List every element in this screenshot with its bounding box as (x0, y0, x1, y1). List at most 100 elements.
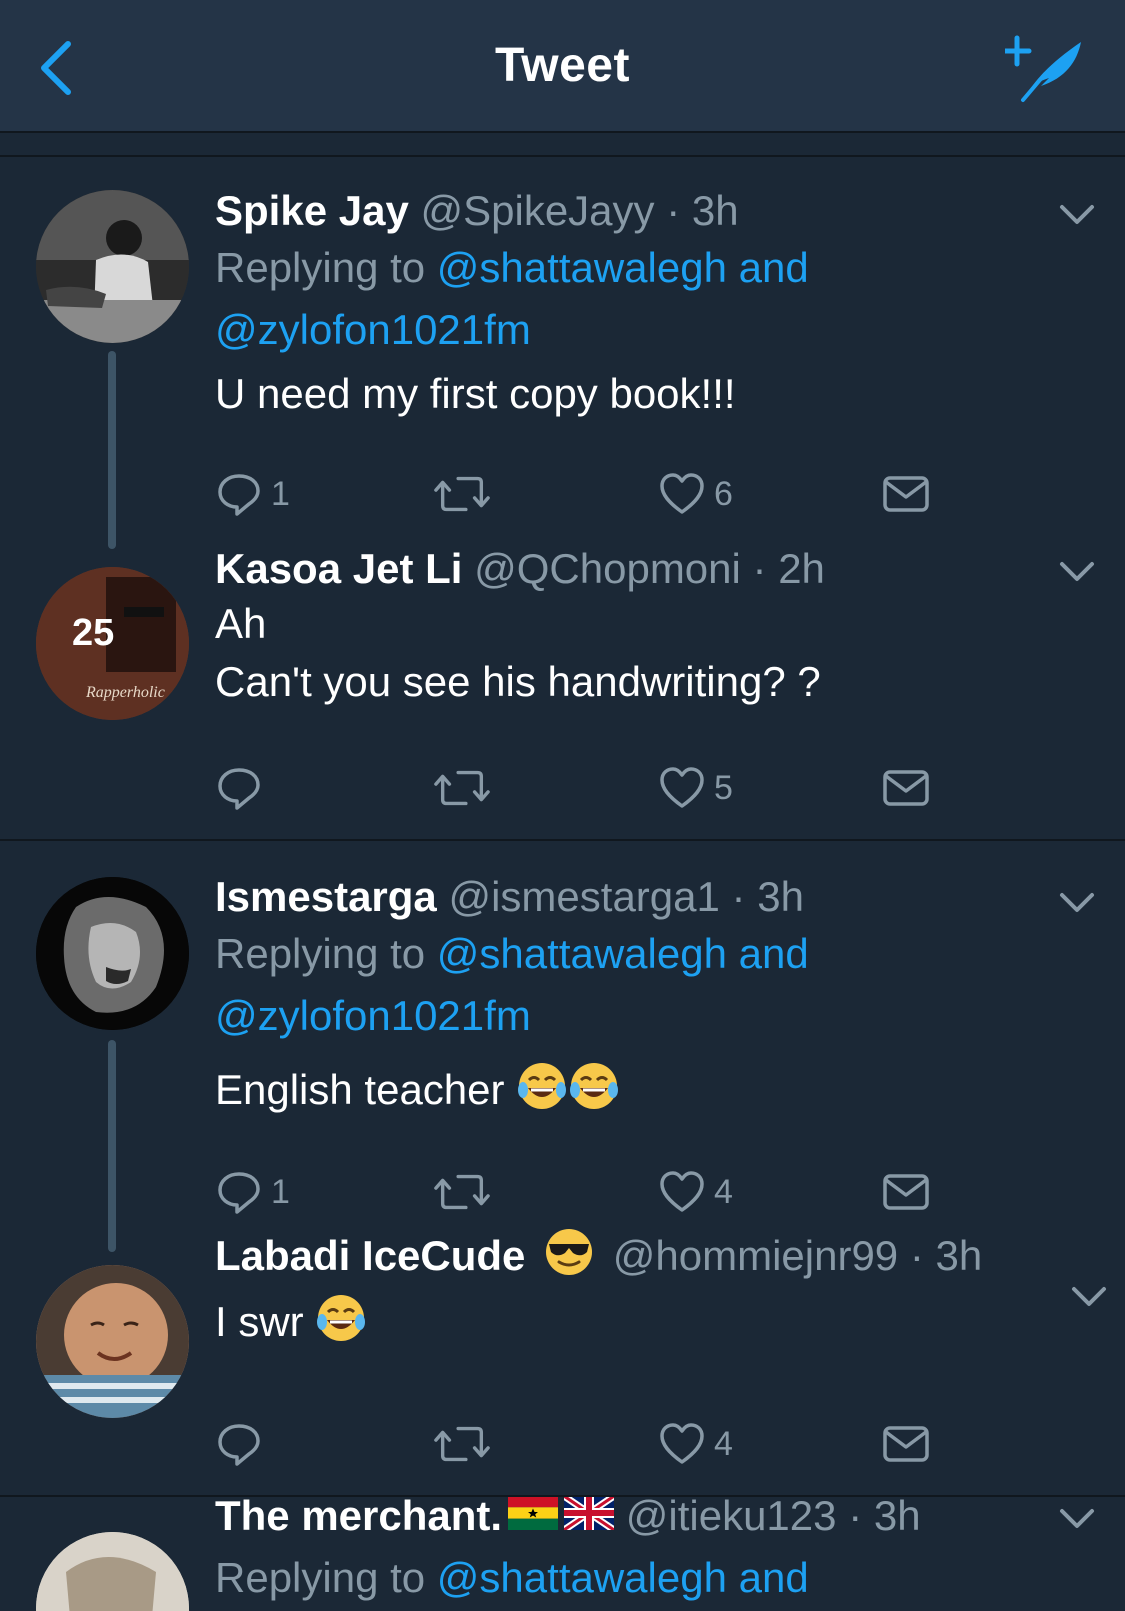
envelope-icon (883, 476, 929, 512)
top-bar: Tweet (0, 0, 1125, 133)
thread-line (108, 351, 116, 549)
tweet-text: U need my first copy book!!! (215, 370, 736, 417)
heart-icon (660, 767, 704, 808)
mention-link[interactable]: @zylofon1021fm (215, 306, 531, 353)
reply-button[interactable]: 1 (215, 469, 290, 519)
tweet-header: Spike Jay @SpikeJayy · 3h (215, 185, 1075, 237)
tweet-header: The merchant. @itieku123 · 3h (215, 1497, 1075, 1547)
chevron-down-icon[interactable] (1059, 1507, 1095, 1531)
like-button[interactable]: 4 (658, 1419, 733, 1469)
retweet-icon (434, 476, 490, 512)
reply-icon (218, 1424, 260, 1466)
display-name[interactable]: Ismestarga (215, 873, 437, 920)
like-count: 4 (714, 1424, 733, 1463)
header-gap (0, 135, 1125, 157)
timestamp: 3h (873, 1497, 921, 1539)
tweet-actions: 1 4 (215, 1167, 975, 1217)
avatar[interactable] (36, 1532, 189, 1611)
display-name[interactable]: Kasoa Jet Li (215, 545, 462, 592)
compose-tweet-icon[interactable] (1005, 34, 1085, 104)
chevron-down-icon[interactable] (1059, 203, 1095, 227)
retweet-button[interactable] (433, 469, 491, 519)
replying-prefix: Replying to (215, 244, 437, 291)
retweet-button[interactable] (433, 1419, 491, 1469)
replying-to: Replying to @shattawalegh and @zylofon10… (215, 237, 1075, 361)
tweet-text: English teacher (215, 1066, 505, 1113)
tweet-header: Ismestarga @ismestarga1 · 3h (215, 871, 1075, 923)
avatar[interactable] (36, 877, 189, 1030)
chevron-down-icon[interactable] (1059, 891, 1095, 915)
mention-link[interactable]: @zylofon1021fm (215, 992, 531, 1039)
reply-icon (218, 768, 260, 810)
separator-dot: · (731, 873, 746, 920)
timestamp: 2h (778, 545, 825, 592)
tears-of-joy-emoji-icon (518, 1063, 567, 1109)
direct-message-button[interactable] (882, 469, 930, 519)
reply-button[interactable] (215, 1419, 271, 1469)
avatar[interactable]: 25 Rapperholic (36, 567, 189, 720)
user-handle[interactable]: @hommiejnr99 (613, 1232, 898, 1279)
separator-dot: · (848, 1497, 863, 1539)
like-count: 5 (714, 768, 733, 807)
sunglasses-emoji-icon (546, 1229, 593, 1275)
ghana-flag-icon (508, 1497, 559, 1530)
tweet-2[interactable]: 25 Rapperholic Kasoa Jet Li @QChopmoni ·… (0, 545, 1125, 840)
reply-icon (218, 474, 260, 516)
tweet-5[interactable]: The merchant. @itieku123 · 3h Replying t… (0, 1497, 1125, 1611)
chevron-down-icon[interactable] (1071, 1285, 1107, 1309)
display-name[interactable]: Spike Jay (215, 187, 409, 234)
avatar[interactable] (36, 1265, 189, 1418)
like-count: 6 (714, 474, 733, 513)
reply-button[interactable]: 1 (215, 1167, 290, 1217)
timestamp: 3h (757, 873, 804, 920)
user-handle[interactable]: @ismestarga1 (448, 873, 719, 920)
reply-count: 1 (271, 474, 290, 513)
user-handle[interactable]: @QChopmoni (474, 545, 741, 592)
separator-dot: · (752, 545, 767, 592)
avatar-photo-icon (36, 190, 189, 343)
replying-prefix: Replying to (215, 930, 437, 977)
tears-of-joy-emoji-icon (317, 1295, 366, 1341)
direct-message-button[interactable] (882, 1167, 930, 1217)
avatar[interactable] (36, 190, 189, 343)
like-button[interactable]: 5 (658, 763, 733, 813)
mention-link[interactable]: @shattawalegh and (437, 930, 809, 977)
replying-to: Replying to @shattawalegh and @zylofon10… (215, 923, 1075, 1047)
envelope-icon (883, 770, 929, 806)
reply-count: 1 (271, 1172, 290, 1211)
heart-icon (660, 473, 704, 514)
mention-link[interactable]: @shattawalegh and (437, 1554, 809, 1601)
uk-flag-icon (564, 1497, 615, 1530)
tweet-3[interactable]: Ismestarga @ismestarga1 · 3h Replying to… (0, 841, 1125, 1252)
replying-to: Replying to @shattawalegh and (215, 1547, 1075, 1609)
tweet-4[interactable]: Labadi IceCude @hommiejnr99 · 3h I swr 4 (0, 1229, 1125, 1495)
tweet-text-row: English teacher (215, 1055, 1075, 1125)
svg-text:25: 25 (72, 612, 114, 654)
tweet-header: Labadi IceCude @hommiejnr99 · 3h (215, 1225, 1075, 1287)
display-name[interactable]: Labadi IceCude (215, 1232, 525, 1279)
page-title: Tweet (495, 39, 630, 92)
avatar-album-art-icon: 25 Rapperholic (36, 567, 189, 720)
avatar-baby-icon (36, 1265, 189, 1418)
reply-button[interactable] (215, 763, 271, 813)
tweet-1[interactable]: Spike Jay @SpikeJayy · 3h Replying to @s… (0, 157, 1125, 557)
like-button[interactable]: 6 (658, 469, 733, 519)
heart-icon (660, 1423, 704, 1464)
user-handle[interactable]: @itieku123 (626, 1497, 837, 1539)
tweet-actions: 1 6 (215, 469, 975, 519)
thread-line (108, 1040, 116, 1252)
timestamp: 3h (691, 187, 739, 234)
direct-message-button[interactable] (882, 1419, 930, 1469)
replying-prefix: Replying to (215, 1554, 437, 1601)
user-handle[interactable]: @SpikeJayy (420, 187, 654, 234)
direct-message-button[interactable] (882, 763, 930, 813)
retweet-button[interactable] (433, 1167, 491, 1217)
retweet-icon (434, 1426, 490, 1462)
retweet-icon (434, 1174, 490, 1210)
like-button[interactable]: 4 (658, 1167, 733, 1217)
mention-link[interactable]: @shattawalegh and (437, 244, 809, 291)
display-name[interactable]: The merchant. (215, 1497, 502, 1539)
tweet-text: I swr (215, 1298, 304, 1345)
chevron-down-icon[interactable] (1059, 560, 1095, 584)
retweet-button[interactable] (433, 763, 491, 813)
